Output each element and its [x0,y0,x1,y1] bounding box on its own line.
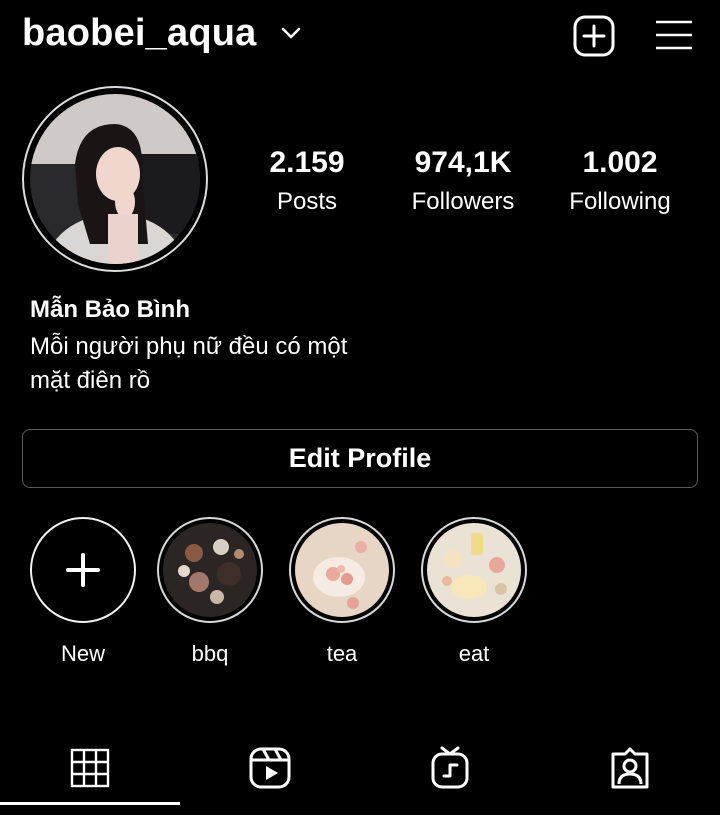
plus-icon [66,553,100,587]
highlight-bbq[interactable]: bbq [154,517,266,667]
followers-count: 974,1K [414,146,512,179]
highlight-label: eat [458,641,490,666]
following-label: Following [569,188,671,215]
highlight-eat[interactable]: eat [418,517,530,667]
reels-icon [249,747,291,789]
tab-igtv[interactable] [360,740,540,796]
posts-stat[interactable]: 2.159 Posts [227,146,387,216]
posts-label: Posts [276,188,338,215]
eat-cover-image [427,523,521,617]
highlight-tea[interactable]: tea [286,517,398,667]
highlight-label: tea [326,641,358,666]
bio-line: Mỗi người phụ nữ đều có một [30,333,348,360]
highlight-label: bbq [191,641,229,666]
followers-stat[interactable]: 974,1K Followers [383,146,543,216]
avatar[interactable] [30,94,200,264]
posts-count: 2.159 [269,146,345,179]
new-highlight-ring[interactable] [30,517,136,623]
following-count: 1.002 [582,146,658,179]
username-title[interactable]: baobei_aqua [22,12,257,55]
bio-line: mặt điên rồ [30,367,151,394]
highlight-label: New [60,641,105,666]
chevron-down-icon[interactable] [280,22,302,44]
active-tab-indicator [0,802,180,805]
grid-icon [70,748,110,788]
igtv-icon [431,746,469,789]
tab-tagged[interactable] [540,740,720,796]
display-name: Mẫn Bảo Bình [30,296,190,323]
tea-cover-image [295,523,389,617]
highlight-new[interactable]: New [27,517,139,667]
add-post-icon[interactable] [572,14,616,58]
bbq-cover-image [163,523,257,617]
edit-profile-button[interactable]: Edit Profile [22,429,698,488]
highlight-cover[interactable] [421,517,527,623]
tagged-icon [611,747,649,789]
following-stat[interactable]: 1.002 Following [540,146,700,216]
tab-reels[interactable] [180,740,360,796]
tab-grid[interactable] [0,740,180,796]
menu-icon[interactable] [654,16,694,56]
bio: Mỗi người phụ nữ đều có một mặt điên rồ [30,330,390,398]
followers-label: Followers [411,188,515,215]
highlight-cover[interactable] [157,517,263,623]
highlight-cover[interactable] [289,517,395,623]
